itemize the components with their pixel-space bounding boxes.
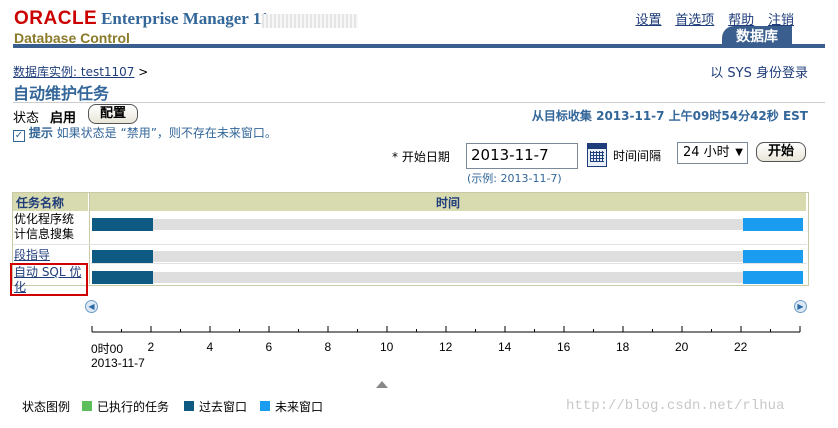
axis-tick-label: 10 [380,340,394,354]
collapse-icon[interactable] [376,381,388,388]
axis-date: 2013-11-7 [91,356,145,370]
legend-future-swatch [260,401,270,411]
axis-tick-label: 16 [557,340,571,354]
axis-tick-label: 12 [439,340,453,354]
axis-tick-label: 22 [734,340,748,354]
legend-executed-label: 已执行的任务 [97,400,170,414]
axis-tick-label: 4 [206,340,214,354]
watermark: http://blog.csdn.net/rlhua [566,398,785,414]
axis-tick-label: 6 [265,340,273,354]
axis-tick-label: 0时00 [91,342,124,356]
axis-tick-label: 8 [324,340,332,354]
axis-tick-label: 2 [147,340,155,354]
legend-future-label: 未来窗口 [275,400,324,414]
axis-tick-label: 14 [498,340,512,354]
axis-tick-label: 20 [675,340,689,354]
legend-executed-swatch [82,401,92,411]
legend-past-label: 过去窗口 [199,400,248,414]
axis-tick-label: 18 [616,340,630,354]
legend-past-swatch [184,401,194,411]
legend-label: 状态图例 [22,400,71,414]
